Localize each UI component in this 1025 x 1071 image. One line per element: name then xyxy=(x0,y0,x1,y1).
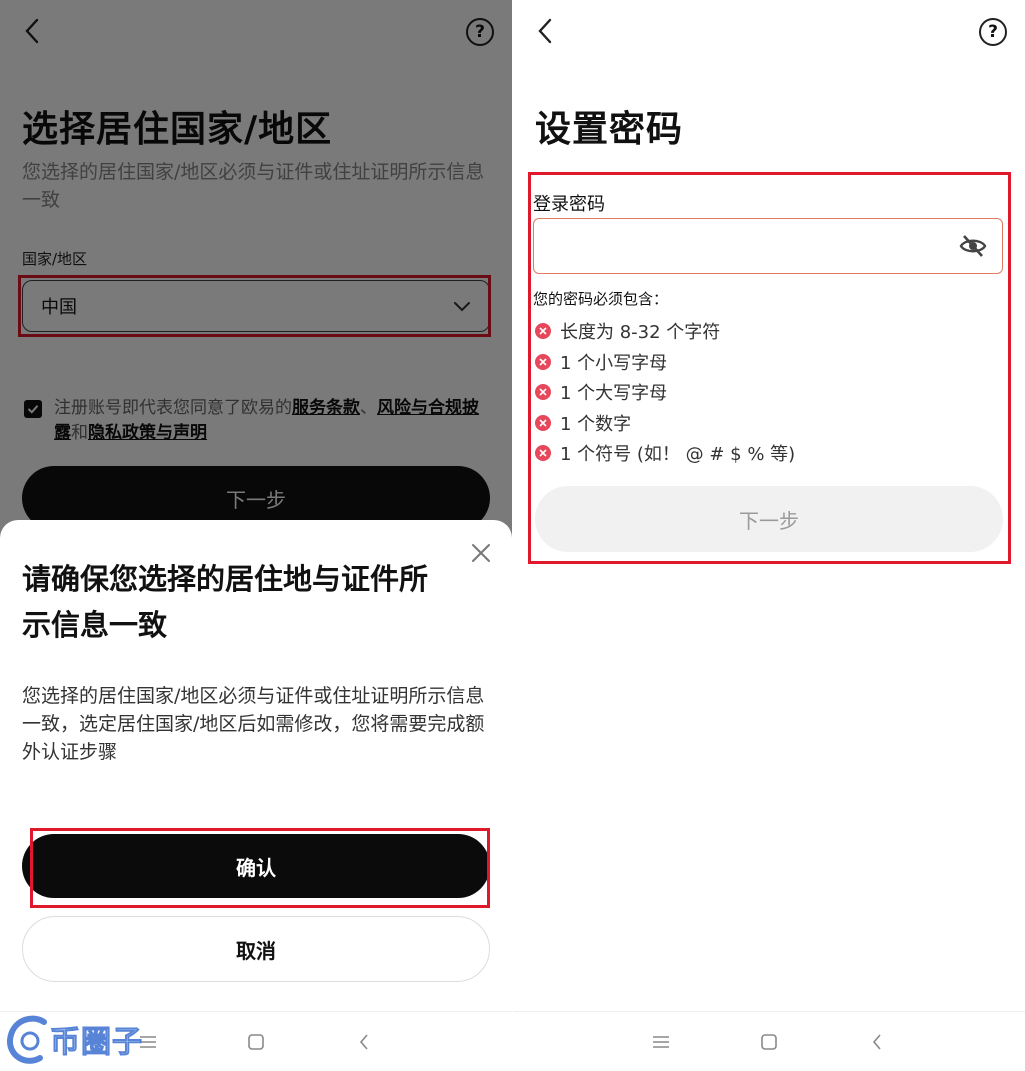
nav-back-icon[interactable] xyxy=(865,1030,889,1054)
requirement-item: 1 个数字 xyxy=(535,408,795,439)
nav-back-icon[interactable] xyxy=(352,1030,376,1054)
requirement-text: 1 个大写字母 xyxy=(560,383,668,405)
agreement-sep: 、 xyxy=(360,398,377,418)
home-square-icon[interactable] xyxy=(757,1030,781,1054)
sheet-body: 您选择的居住国家/地区必须与证件或住址证明所示信息一致，选定居住国家/地区后如需… xyxy=(22,685,485,763)
eye-off-icon[interactable] xyxy=(959,233,987,259)
agreement-prefix: 注册账号即代表您同意了欧易的 xyxy=(54,398,292,418)
next-button-disabled[interactable]: 下一步 xyxy=(535,486,1003,552)
watermark-text: 币圈子 xyxy=(50,1025,143,1061)
password-input[interactable] xyxy=(533,218,1003,274)
confirm-sheet: 请确保您选择的居住地与证件所示信息一致 您选择的居住国家/地区必须与证件或住址证… xyxy=(0,520,512,1010)
watermark-logo: 币圈子 xyxy=(4,1014,143,1064)
chevron-down-icon xyxy=(454,302,470,312)
privacy-link[interactable]: 隐私政策与声明 xyxy=(88,423,207,443)
page-subtitle: 您选择的居住国家/地区必须与证件或住址证明所示信息一致 xyxy=(22,161,485,211)
back-arrow-icon[interactable] xyxy=(18,14,48,48)
requirement-text: 1 个符号 (如！ @ # $ % 等) xyxy=(560,444,796,466)
cancel-button[interactable]: 取消 xyxy=(22,916,490,982)
page-title: 设置密码 xyxy=(535,109,684,150)
error-x-icon xyxy=(535,414,551,431)
error-x-icon xyxy=(535,445,551,462)
page-title: 选择居住国家/地区 xyxy=(22,109,333,150)
requirements-title: 您的密码必须包含： xyxy=(533,290,669,308)
requirement-text: 1 个数字 xyxy=(560,413,632,435)
back-arrow-icon[interactable] xyxy=(531,14,561,48)
left-screen: ? 选择居住国家/地区 您选择的居住国家/地区必须与证件或住址证明所示信息一致 … xyxy=(0,0,512,1071)
error-x-icon xyxy=(535,323,551,340)
requirement-item: 1 个大写字母 xyxy=(535,377,795,408)
terms-link[interactable]: 服务条款 xyxy=(292,398,360,418)
sheet-title: 请确保您选择的居住地与证件所示信息一致 xyxy=(22,562,429,642)
check-icon xyxy=(27,405,39,414)
requirement-item: 长度为 8-32 个字符 xyxy=(535,316,795,347)
confirm-button[interactable]: 确认 xyxy=(22,834,490,898)
error-x-icon xyxy=(535,353,551,370)
system-nav-bar xyxy=(513,1011,1025,1071)
agreement-row: 注册账号即代表您同意了欧易的服务条款、风险与合规披露和隐私政策与声明 xyxy=(24,396,494,446)
requirement-text: 1 个小写字母 xyxy=(560,352,668,374)
agreement-checkbox[interactable] xyxy=(24,400,42,418)
requirements-list: 长度为 8-32 个字符 1 个小写字母 1 个大写字母 1 个数字 1 个符号… xyxy=(535,316,795,469)
error-x-icon xyxy=(535,384,551,401)
right-screen: ? 设置密码 登录密码 您的密码必须包含： 长度为 8-32 个字符 1 个小写… xyxy=(513,0,1025,1071)
requirement-item: 1 个小写字母 xyxy=(535,347,795,378)
help-icon[interactable]: ? xyxy=(466,18,494,46)
requirement-item: 1 个符号 (如！ @ # $ % 等) xyxy=(535,438,795,469)
requirement-text: 长度为 8-32 个字符 xyxy=(560,322,721,344)
agreement-text: 注册账号即代表您同意了欧易的服务条款、风险与合规披露和隐私政策与声明 xyxy=(54,396,494,446)
watermark-icon xyxy=(7,1015,47,1064)
country-field-label: 国家/地区 xyxy=(22,250,88,268)
menu-icon[interactable] xyxy=(649,1030,673,1054)
close-icon[interactable] xyxy=(470,542,492,564)
home-square-icon[interactable] xyxy=(244,1030,268,1054)
password-label: 登录密码 xyxy=(533,194,605,215)
help-icon[interactable]: ? xyxy=(979,18,1007,46)
country-select[interactable]: 中国 xyxy=(22,280,490,332)
agreement-sep: 和 xyxy=(71,423,88,443)
country-select-value: 中国 xyxy=(41,297,77,318)
